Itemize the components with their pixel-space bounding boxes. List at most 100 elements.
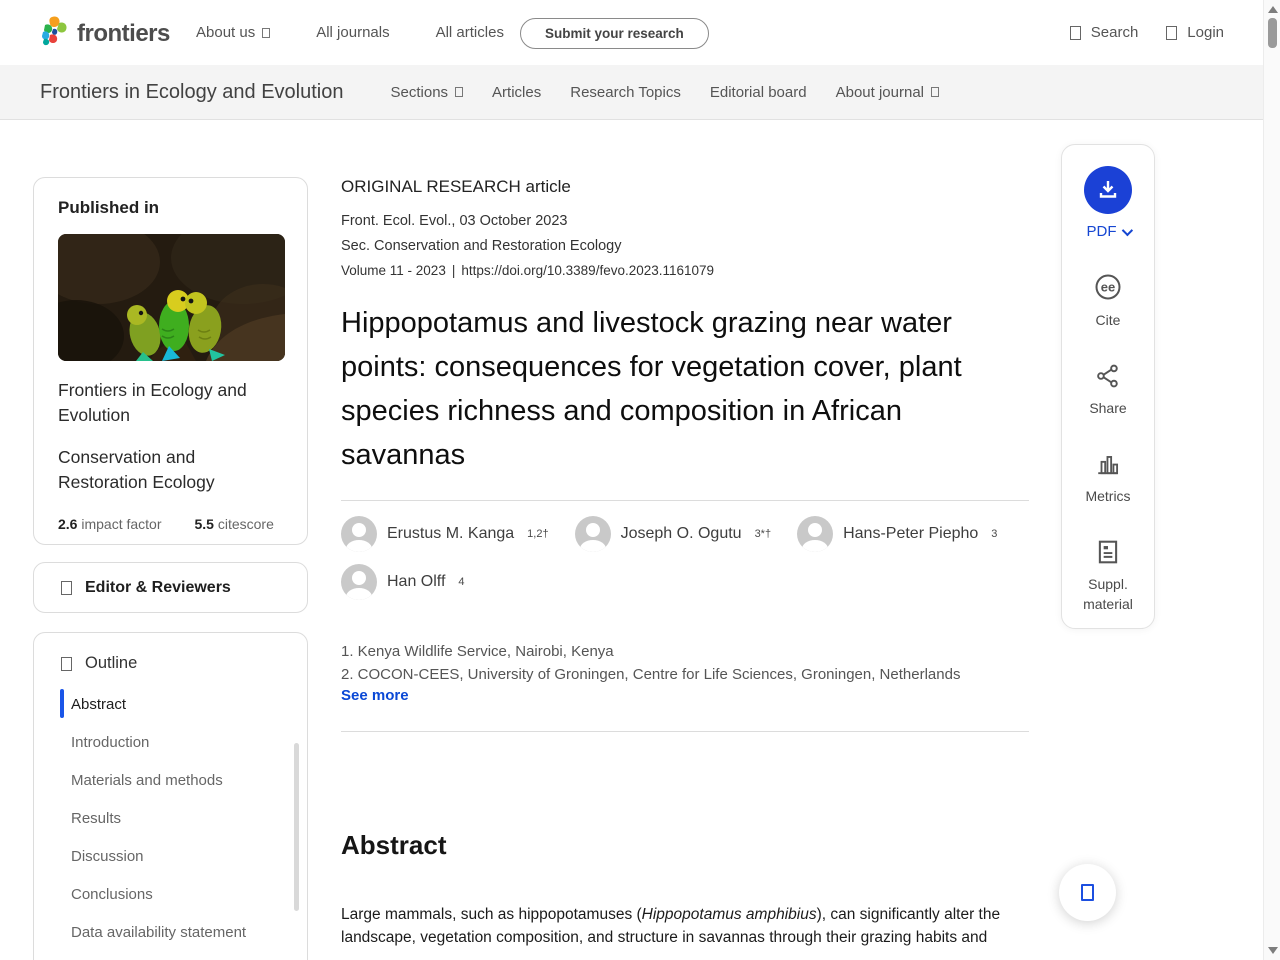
published-in-heading: Published in	[58, 198, 160, 217]
author-avatar-icon	[341, 564, 377, 600]
download-pdf-button[interactable]	[1084, 166, 1132, 214]
affiliation-2: 2. COCON-CEES, University of Groningen, …	[341, 665, 961, 683]
author-affil-sup: 4	[458, 576, 465, 588]
outline-heading: Outline	[85, 654, 138, 672]
journal-stats: 2.6 impact factor 5.5 citescore	[58, 516, 283, 532]
article-main: ORIGINAL RESEARCH article Front. Ecol. E…	[341, 177, 1029, 949]
scrollbar-thumb[interactable]	[1268, 18, 1277, 48]
svg-text:ee: ee	[1101, 280, 1115, 295]
chat-icon	[1081, 884, 1094, 901]
outline-scrollbar-thumb[interactable]	[294, 743, 299, 911]
subnav-editorial-board[interactable]: Editorial board	[710, 84, 807, 101]
separator: |	[451, 263, 456, 278]
nav-all-journals[interactable]: All journals	[316, 24, 389, 41]
download-icon	[1099, 181, 1117, 198]
outline-icon	[61, 656, 72, 671]
published-in-section-name[interactable]: Conservation and Restoration Ecology	[58, 445, 283, 495]
author-affil-sup: 3*†	[754, 528, 772, 540]
nav-all-articles[interactable]: All articles	[436, 24, 504, 41]
author-list: Erustus M. Kanga 1,2† Joseph O. Ogutu 3*…	[341, 516, 1029, 600]
article-title: Hippopotamus and livestock grazing near …	[341, 307, 962, 471]
frontiers-logo-icon	[40, 16, 69, 52]
article-doi-link[interactable]: https://doi.org/10.3389/fevo.2023.116107…	[461, 263, 714, 278]
submit-research-button[interactable]: Submit your research	[520, 18, 709, 49]
top-header: frontiers About us All journals All arti…	[0, 0, 1280, 65]
journal-subnav: Frontiers in Ecology and Evolution Secti…	[0, 65, 1280, 120]
login-icon	[1166, 25, 1178, 40]
author-avatar-icon	[341, 516, 377, 552]
author-avatar-icon	[574, 516, 611, 552]
outline-item-introduction[interactable]: Introduction	[34, 723, 307, 761]
author-avatar-icon	[797, 516, 834, 552]
outline-item-abstract[interactable]: Abstract	[34, 685, 307, 723]
article-section: Sec. Conservation and Restoration Ecolog…	[341, 238, 622, 254]
share-icon	[1097, 364, 1118, 388]
editor-reviewers-card[interactable]: Editor & Reviewers	[33, 562, 308, 613]
outline-item-materials-methods[interactable]: Materials and methods	[34, 761, 307, 799]
dropdown-icon	[455, 87, 464, 97]
chat-help-button[interactable]	[1059, 864, 1116, 921]
affiliation-1: 1. Kenya Wildlife Service, Nairobi, Keny…	[341, 643, 614, 660]
document-icon	[1098, 540, 1118, 564]
login-button[interactable]: Login	[1166, 24, 1224, 41]
article-volume: Volume 11 - 2023	[341, 263, 446, 278]
author-affil-sup: 3	[991, 528, 998, 540]
top-navigation: About us All journals All articles	[196, 0, 504, 65]
see-more-link[interactable]: See more	[341, 687, 409, 704]
author-ogutu[interactable]: Joseph O. Ogutu 3*†	[574, 516, 772, 552]
published-in-card: Published in Frontiers in Ecology and Ev…	[33, 177, 308, 545]
dropdown-icon	[262, 27, 271, 38]
frontiers-article-page: frontiers About us All journals All arti…	[0, 0, 1280, 960]
metrics-icon	[1098, 456, 1119, 475]
scrollbar-down-arrow[interactable]	[1267, 947, 1278, 954]
author-kanga[interactable]: Erustus M. Kanga 1,2†	[341, 516, 549, 552]
abstract-heading: Abstract	[341, 830, 447, 860]
outline-item-data-availability[interactable]: Data availability statement	[34, 913, 307, 951]
top-right-actions: Search Login	[1069, 0, 1224, 65]
metrics-button[interactable]: Metrics	[1085, 451, 1131, 506]
editor-reviewers-icon	[61, 580, 72, 595]
cite-icon: ee	[1095, 274, 1121, 300]
abstract-paragraph: Large mammals, such as hippopotamuses (H…	[341, 906, 1001, 946]
subnav-articles[interactable]: Articles	[492, 84, 541, 101]
published-in-journal-name[interactable]: Frontiers in Ecology and Evolution	[58, 378, 283, 428]
journal-cover-photo[interactable]	[58, 234, 285, 361]
journal-title-link[interactable]: Frontiers in Ecology and Evolution	[40, 81, 344, 104]
article-action-panel: PDF ee Cite Share Metrics Suppl. materia…	[1061, 144, 1155, 629]
chevron-down-icon	[1121, 224, 1133, 236]
outline-item-discussion[interactable]: Discussion	[34, 837, 307, 875]
article-type-label: ORIGINAL RESEARCH article	[341, 177, 571, 196]
search-button[interactable]: Search	[1069, 24, 1138, 41]
cite-button[interactable]: ee Cite	[1094, 273, 1122, 330]
article-volume-doi: Volume 11 - 2023 | https://doi.org/10.33…	[341, 263, 1029, 278]
article-citation: Front. Ecol. Evol., 03 October 2023	[341, 213, 568, 229]
outline-card: Outline Abstract Introduction Materials …	[33, 632, 308, 960]
outline-header: Outline	[34, 633, 307, 685]
supplementary-material-button[interactable]: Suppl. material	[1083, 539, 1133, 614]
author-olff[interactable]: Han Olff 4	[341, 564, 465, 600]
affiliations: 1. Kenya Wildlife Service, Nairobi, Keny…	[341, 641, 1029, 705]
citescore: 5.5 citescore	[194, 516, 274, 532]
nav-about-us[interactable]: About us	[196, 24, 271, 41]
journal-subnav-links: Sections Articles Research Topics Editor…	[391, 84, 939, 101]
divider	[341, 731, 1029, 732]
pdf-dropdown[interactable]: PDF	[1087, 223, 1133, 240]
impact-factor: 2.6 impact factor	[58, 516, 162, 532]
outline-list: Abstract Introduction Materials and meth…	[34, 685, 307, 951]
page-scrollbar[interactable]	[1263, 0, 1280, 960]
subnav-about-journal[interactable]: About journal	[836, 84, 939, 101]
subnav-sections[interactable]: Sections	[391, 84, 464, 101]
outline-item-results[interactable]: Results	[34, 799, 307, 837]
outline-item-conclusions[interactable]: Conclusions	[34, 875, 307, 913]
author-affil-sup: 1,2†	[527, 528, 549, 540]
frontiers-logo[interactable]: frontiers	[40, 16, 170, 52]
dropdown-icon	[931, 87, 939, 97]
subnav-research-topics[interactable]: Research Topics	[570, 84, 681, 101]
search-icon	[1069, 25, 1081, 40]
author-piepho[interactable]: Hans-Peter Piepho 3	[797, 516, 997, 552]
species-name-italic: Hippopotamus amphibius	[641, 906, 817, 923]
frontiers-logo-text: frontiers	[77, 20, 170, 47]
scrollbar-up-arrow[interactable]	[1267, 6, 1278, 13]
divider	[341, 500, 1029, 501]
share-button[interactable]: Share	[1089, 363, 1127, 418]
